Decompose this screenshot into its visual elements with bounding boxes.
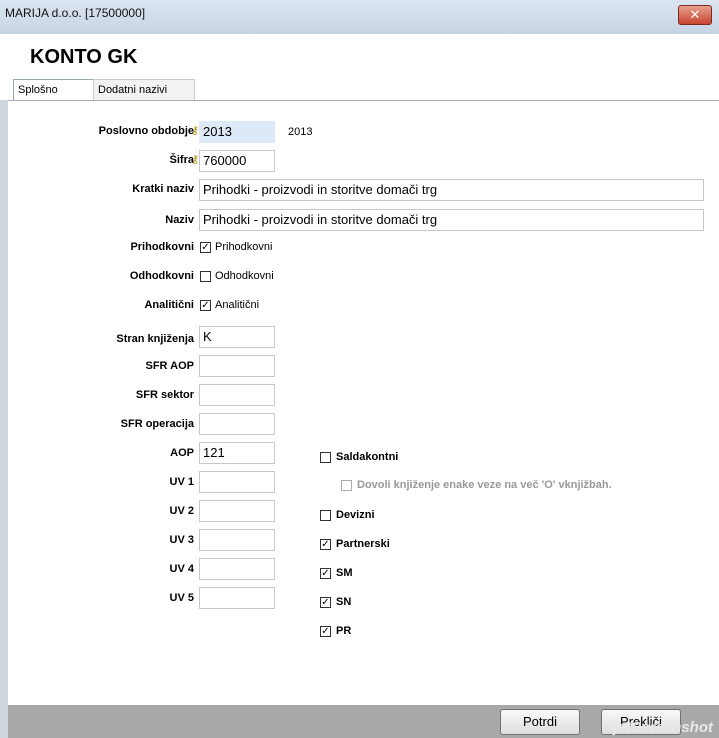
tab-strip: Splošno Dodatni nazivi [0,79,719,101]
uv1-label: UV 1 [169,476,194,488]
partnerski-label: Partnerski [336,538,390,550]
naziv-field[interactable]: Prihodki - proizvodi in storitve domači … [199,209,704,231]
poslovno-obdobje-field[interactable]: 2013 [199,121,275,143]
page-title: KONTO GK [30,46,138,68]
tab-dodatni-nazivi[interactable]: Dodatni nazivi [93,79,195,101]
stran-knjizenja-label: Stran knjiženja [116,333,194,345]
sm-checkbox[interactable]: ✓ [320,568,331,579]
saldakontni-checkbox[interactable] [320,452,331,463]
uv4-label: UV 4 [169,563,194,575]
button-bar: Potrdi Prekliči jetScreenshot [8,705,719,738]
window-title: MARIJA d.o.o. [17500000] [5,6,146,20]
uv3-label: UV 3 [169,534,194,546]
dovoli-label: Dovoli knjiženje enake veze na več 'O' v… [357,479,612,491]
kratki-naziv-field[interactable]: Prihodki - proizvodi in storitve domači … [199,179,704,201]
sfr-aop-field[interactable] [199,355,275,377]
sfr-aop-label: SFR AOP [145,360,195,372]
odhodkovni-checkbox-label: Odhodkovni [215,270,274,282]
stran-knjizenja-field[interactable]: K [199,326,275,348]
uv5-label: UV 5 [169,592,194,604]
pr-checkbox[interactable]: ✓ [320,626,331,637]
sn-label: SN [336,596,352,608]
odhodkovni-label: Odhodkovni [129,270,194,282]
odhodkovni-checkbox[interactable] [200,271,211,282]
sm-label: SM [336,567,353,579]
key-icon: ⚷ [191,154,200,166]
sfr-sektor-label: SFR sektor [135,389,194,401]
sfr-sektor-field[interactable] [199,384,275,406]
analiticni-label: Analitični [144,299,194,311]
uv2-label: UV 2 [169,505,194,517]
uv5-field[interactable] [199,587,275,609]
kratki-naziv-label: Kratki naziv [132,183,194,195]
prihodkovni-checkbox[interactable]: ✓ [200,242,211,253]
aop-label: AOP [170,447,194,459]
tab-splosno[interactable]: Splošno [13,79,97,101]
analiticni-checkbox[interactable]: ✓ [200,300,211,311]
naziv-label: Naziv [165,214,194,226]
sifra-label: Šifra [169,154,194,166]
sfr-operacija-label: SFR operacija [120,418,194,430]
close-button[interactable]: ✕ [678,5,712,25]
uv4-field[interactable] [199,558,275,580]
prihodkovni-checkbox-label: Prihodkovni [215,241,273,253]
uv1-field[interactable] [199,471,275,493]
analiticni-checkbox-label: Analitični [215,299,260,311]
poslovno-obdobje-extra: 2013 [288,126,313,138]
prihodkovni-label: Prihodkovni [130,241,194,253]
title-bar: MARIJA d.o.o. [17500000] ✕ [0,0,719,35]
uv3-field[interactable] [199,529,275,551]
sfr-operacija-field[interactable] [199,413,275,435]
form-panel: Poslovno obdobje ⚷ 2013 2013 Šifra ⚷ 760… [8,100,719,706]
sifra-field[interactable]: 760000 [199,150,275,172]
poslovno-obdobje-label: Poslovno obdobje [98,125,194,137]
sn-checkbox[interactable]: ✓ [320,597,331,608]
uv2-field[interactable] [199,500,275,522]
partnerski-checkbox[interactable]: ✓ [320,539,331,550]
watermark-logo: jetScreenshot [613,719,713,736]
key-icon: ⚷ [191,125,200,137]
aop-field[interactable]: 121 [199,442,275,464]
devizni-label: Devizni [336,509,375,521]
saldakontni-label: Saldakontni [336,451,399,463]
devizni-checkbox[interactable] [320,510,331,521]
pr-label: PR [336,625,352,637]
potrdi-button[interactable]: Potrdi [500,709,580,735]
dovoli-checkbox [341,480,352,491]
